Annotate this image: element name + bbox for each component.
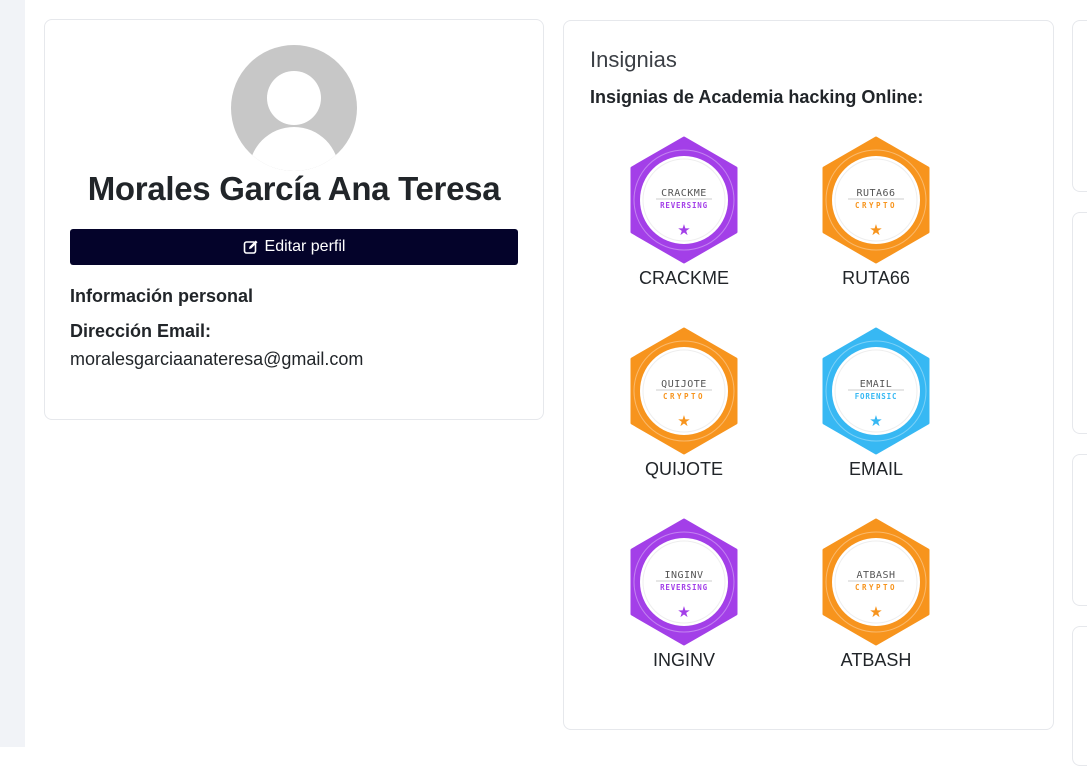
badge-logo-text: INGINV <box>664 570 703 581</box>
badge-inginv[interactable]: INGINV REVERSING ★ INGINV <box>613 518 753 698</box>
badge-caption: INGINV <box>652 650 715 670</box>
badge-caption: QUIJOTE <box>644 459 723 479</box>
avatar-body-shape <box>249 127 339 171</box>
edit-icon <box>243 240 258 254</box>
badge-caption: EMAIL <box>848 459 904 479</box>
badge-caption: CRACKME <box>638 268 729 288</box>
star-icon: ★ <box>677 412 690 430</box>
right-edge-card-1 <box>1072 20 1087 192</box>
avatar <box>231 45 357 171</box>
badge-logo-text: EMAIL <box>860 379 893 390</box>
badge-hexagon-icon: RUTA66 CRYPTO ★ <box>822 136 930 264</box>
badge-hexagon-icon: ATBASH CRYPTO ★ <box>822 518 930 646</box>
star-icon: ★ <box>869 603 882 621</box>
badge-quijote[interactable]: QUIJOTE CRYPTO ★ QUIJOTE <box>613 327 753 507</box>
right-edge-card-3 <box>1072 454 1087 606</box>
badge-hexagon-icon: CRACKME REVERSING ★ <box>630 136 738 264</box>
badge-logo-text: ATBASH <box>856 570 895 581</box>
badge-logo-text: RUTA66 <box>856 188 895 199</box>
badge-category-text: REVERSING <box>660 201 708 210</box>
badge-hexagon-icon: EMAIL FORENSIC ★ <box>822 327 930 455</box>
avatar-head-shape <box>267 71 321 125</box>
email-label: Dirección Email: <box>70 321 212 341</box>
badge-ruta66[interactable]: RUTA66 CRYPTO ★ RUTA66 <box>805 136 945 316</box>
star-icon: ★ <box>677 221 690 239</box>
badge-hexagon-icon: INGINV REVERSING ★ <box>630 518 738 646</box>
badge-category-text: FORENSIC <box>855 392 898 401</box>
star-icon: ★ <box>677 603 690 621</box>
profile-name: Morales García Ana Teresa <box>87 170 501 207</box>
badge-logo-text: QUIJOTE <box>661 379 707 390</box>
personal-info-heading: Información personal <box>70 286 254 306</box>
badge-atbash[interactable]: ATBASH CRYPTO ★ ATBASH <box>805 518 945 698</box>
badge-category-text: CRYPTO <box>855 201 897 210</box>
email-value: moralesgarciaanateresa@gmail.com <box>70 349 364 369</box>
badge-caption: RUTA66 <box>842 268 910 288</box>
star-icon: ★ <box>869 221 882 239</box>
star-icon: ★ <box>869 412 882 430</box>
edit-profile-label: Editar perfil <box>264 238 346 255</box>
badge-email[interactable]: EMAIL FORENSIC ★ EMAIL <box>805 327 945 507</box>
right-edge-card-4 <box>1072 626 1087 766</box>
badge-crackme[interactable]: CRACKME REVERSING ★ CRACKME <box>613 136 753 316</box>
left-sidebar-strip <box>0 0 25 747</box>
badge-caption: ATBASH <box>840 650 912 670</box>
badge-category-text: CRYPTO <box>663 392 705 401</box>
badge-category-text: REVERSING <box>660 583 708 592</box>
edit-profile-button[interactable]: Editar perfil <box>70 229 518 265</box>
badge-logo-text: CRACKME <box>661 188 707 199</box>
badge-hexagon-icon: QUIJOTE CRYPTO ★ <box>630 327 738 455</box>
badge-category-text: CRYPTO <box>855 583 897 592</box>
badges-title: Insignias <box>590 47 677 72</box>
badges-subtitle: Insignias de Academia hacking Online: <box>590 87 924 107</box>
right-edge-card-2 <box>1072 212 1087 434</box>
